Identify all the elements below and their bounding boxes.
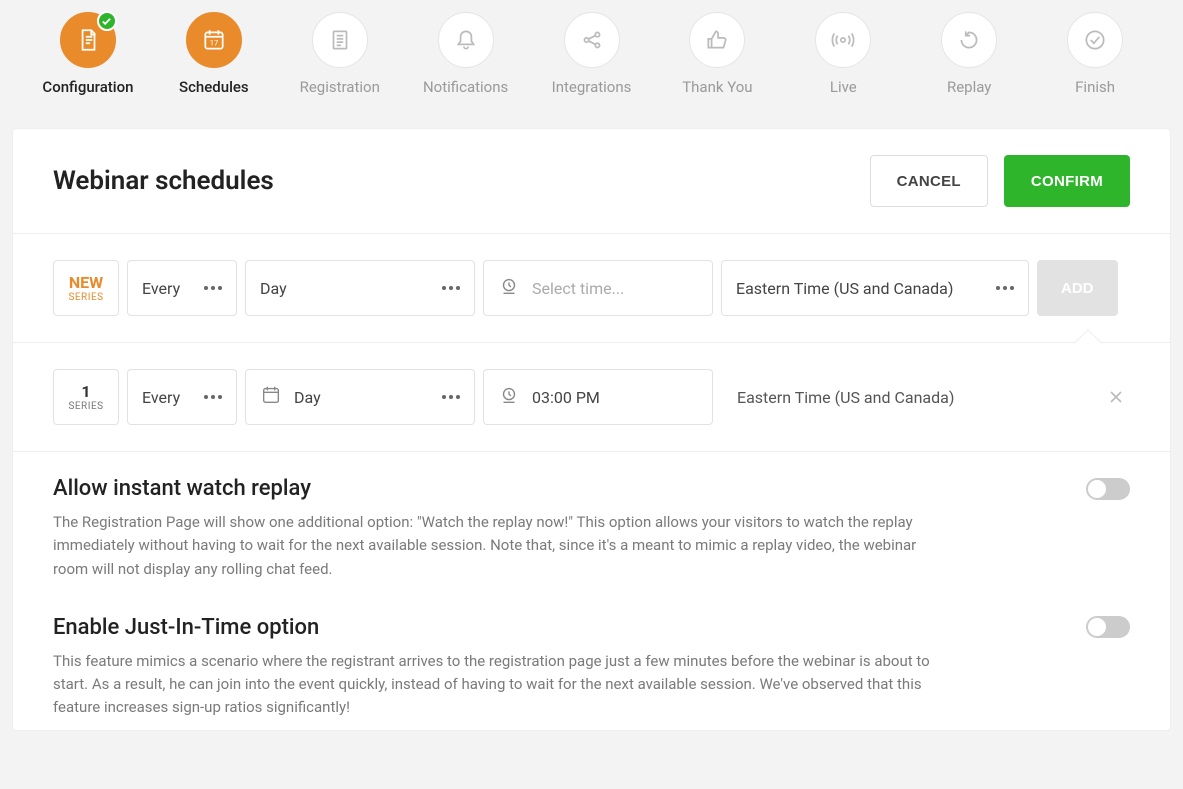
ellipsis-icon [204, 395, 222, 399]
step-label: Configuration [42, 78, 133, 96]
series-row: 1 SERIES Every Day 03:00 PM Eastern T [13, 343, 1170, 452]
unit-select[interactable]: Day [245, 369, 475, 425]
unit-select[interactable]: Day [245, 260, 475, 316]
step-label: Schedules [179, 78, 249, 96]
add-button[interactable]: ADD [1037, 260, 1118, 316]
step-registration[interactable]: Registration [292, 12, 388, 96]
step-schedules[interactable]: 17 Schedules [166, 12, 262, 96]
option-jit: Enable Just-In-Time option This feature … [13, 591, 1170, 730]
step-replay[interactable]: Replay [921, 12, 1017, 96]
check-circle-icon [1082, 27, 1108, 53]
toggle-jit[interactable] [1086, 616, 1130, 638]
series-chip: 1 SERIES [53, 369, 119, 425]
step-integrations[interactable]: Integrations [544, 12, 640, 96]
step-label: Replay [947, 78, 991, 96]
close-icon [1106, 387, 1126, 407]
step-thank-you[interactable]: Thank You [669, 12, 765, 96]
card-header: Webinar schedules CANCEL CONFIRM [13, 129, 1170, 234]
step-label: Integrations [552, 78, 632, 96]
step-label: Registration [300, 78, 380, 96]
ellipsis-icon [204, 286, 222, 290]
step-notifications[interactable]: Notifications [418, 12, 514, 96]
step-label: Notifications [423, 78, 508, 96]
list-icon [327, 27, 353, 53]
new-series-row: NEW SERIES Every Day Select time... East… [13, 234, 1170, 343]
frequency-select[interactable]: Every [127, 260, 237, 316]
undo-icon [956, 27, 982, 53]
cancel-button[interactable]: CANCEL [870, 155, 988, 207]
bell-icon [453, 27, 479, 53]
ellipsis-icon [442, 395, 460, 399]
frequency-select[interactable]: Every [127, 369, 237, 425]
confirm-button[interactable]: CONFIRM [1004, 155, 1130, 207]
step-live[interactable]: Live [795, 12, 891, 96]
calendar-small-icon [260, 384, 282, 410]
svg-text:17: 17 [210, 38, 219, 47]
option-instant-replay: Allow instant watch replay The Registrat… [13, 452, 1170, 591]
time-select[interactable]: Select time... [483, 260, 713, 316]
step-label: Finish [1075, 78, 1115, 96]
step-label: Thank You [682, 78, 752, 96]
delete-series-button[interactable] [1102, 383, 1130, 411]
check-badge-icon [97, 11, 117, 31]
thumbs-up-icon [704, 27, 730, 53]
wizard-stepper: Configuration 17 Schedules Registration … [0, 0, 1183, 114]
time-select[interactable]: 03:00 PM [483, 369, 713, 425]
page-title: Webinar schedules [53, 166, 274, 196]
clock-icon [498, 275, 520, 301]
ellipsis-icon [996, 286, 1014, 290]
ellipsis-icon [442, 286, 460, 290]
schedule-card: Webinar schedules CANCEL CONFIRM NEW SER… [12, 128, 1171, 731]
toggle-instant-replay[interactable] [1086, 478, 1130, 500]
step-configuration[interactable]: Configuration [40, 12, 136, 96]
step-label: Live [830, 78, 857, 96]
broadcast-icon [830, 27, 856, 53]
new-series-chip: NEW SERIES [53, 260, 119, 316]
timezone-text: Eastern Time (US and Canada) [721, 388, 1094, 407]
timezone-select[interactable]: Eastern Time (US and Canada) [721, 260, 1029, 316]
document-edit-icon [75, 27, 101, 53]
clock-icon [498, 384, 520, 410]
calendar-icon: 17 [201, 27, 227, 53]
step-finish[interactable]: Finish [1047, 12, 1143, 96]
share-icon [579, 27, 605, 53]
